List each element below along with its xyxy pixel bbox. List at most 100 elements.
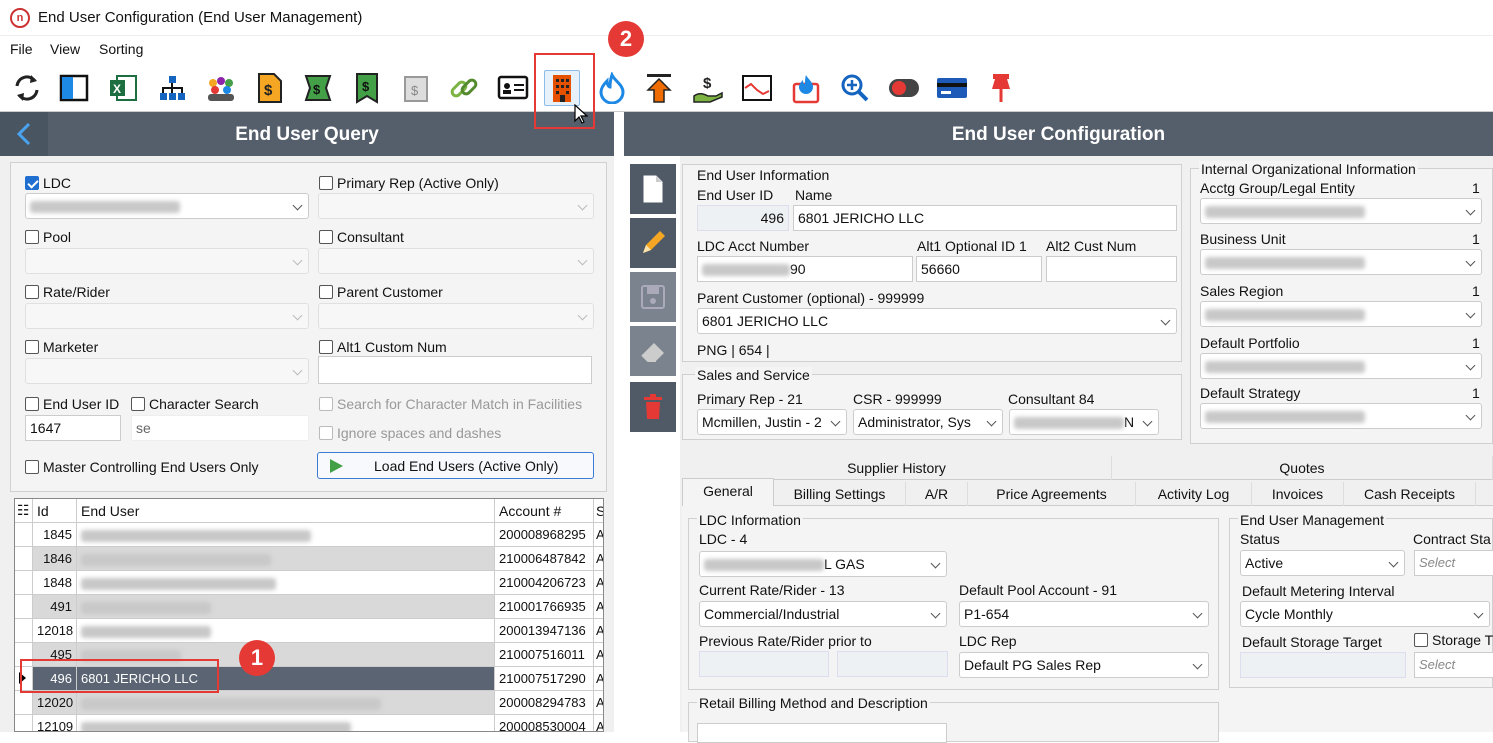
money-icon[interactable]: $ (300, 70, 336, 106)
table-row[interactable]: 1846 210006487842 A (15, 547, 603, 571)
gas-flame-icon[interactable] (788, 70, 824, 106)
new-document-button[interactable] (630, 164, 676, 214)
delete-button[interactable] (630, 382, 676, 432)
prev-rate-date[interactable] (837, 651, 948, 677)
users-icon[interactable] (203, 70, 239, 106)
alt1-input[interactable] (318, 356, 592, 384)
rate-rider-select[interactable] (25, 303, 309, 329)
storage-select-field[interactable]: Select (1414, 652, 1493, 678)
hand-dollar-icon[interactable]: $ (690, 70, 726, 106)
hierarchy-icon[interactable] (154, 70, 190, 106)
consultant-checkbox[interactable]: Consultant (319, 229, 404, 245)
pin-icon[interactable] (983, 70, 1019, 106)
default-portfolio-field[interactable] (1200, 353, 1482, 379)
table-row[interactable]: 12018 200013947136 A (15, 619, 603, 643)
parent-customer-field[interactable]: 6801 JERICHO LLC (697, 308, 1177, 334)
refresh-icon[interactable] (9, 70, 45, 106)
menu-file[interactable]: File (10, 41, 33, 57)
name-field[interactable]: 6801 JERICHO LLC (793, 205, 1177, 231)
pool-checkbox[interactable]: Pool (25, 229, 71, 245)
dollar-doc-icon[interactable]: $ (252, 70, 288, 106)
end-user-id-input[interactable]: 1647 (25, 415, 121, 441)
toggle-icon[interactable] (886, 70, 922, 106)
primary-rep-select[interactable] (318, 193, 594, 219)
tab-supplier-history[interactable]: Supplier History (682, 456, 1112, 480)
status-field[interactable]: Active (1240, 550, 1405, 576)
col-id[interactable]: Id (33, 499, 77, 522)
business-unit-field[interactable] (1200, 249, 1482, 275)
excel-icon[interactable]: X (105, 70, 141, 106)
marketer-select[interactable] (25, 358, 309, 384)
table-row[interactable]: 1848 210004206723 A (15, 571, 603, 595)
col-s[interactable]: S (594, 499, 603, 522)
flame-icon[interactable] (594, 70, 630, 106)
edit-button[interactable] (630, 218, 676, 268)
col-account[interactable]: Account # (495, 499, 594, 522)
alt2-field[interactable] (1046, 256, 1177, 282)
load-end-users-button[interactable]: Load End Users (Active Only) (317, 452, 594, 479)
acctg-group-field[interactable] (1200, 198, 1482, 224)
save-button[interactable] (630, 272, 676, 322)
tab-quotes[interactable]: Quotes (1112, 456, 1493, 480)
panel-icon[interactable] (56, 70, 92, 106)
end-user-id-checkbox[interactable]: End User ID (25, 396, 119, 412)
clear-button[interactable] (630, 326, 676, 376)
default-strategy-field[interactable] (1200, 403, 1482, 429)
chart-icon[interactable] (739, 70, 775, 106)
consultant-select[interactable] (318, 248, 594, 274)
consultant-field[interactable]: N (1009, 409, 1159, 435)
end-user-id-field[interactable]: 496 (697, 205, 789, 231)
menu-sorting[interactable]: Sorting (99, 41, 143, 57)
retail-billing-field[interactable] (697, 723, 947, 743)
ldc-select[interactable] (25, 193, 309, 219)
tab-cash-receipts[interactable]: Cash Receipts (1344, 482, 1476, 506)
table-row[interactable]: 12109 200008530004 A (15, 715, 603, 731)
storage-target-field[interactable] (1240, 652, 1406, 678)
marketer-checkbox[interactable]: Marketer (25, 339, 98, 355)
ldc-checkbox[interactable]: LDC (25, 175, 71, 191)
parent-customer-select[interactable] (318, 303, 594, 329)
ldc-rep-field[interactable]: Default PG Sales Rep (959, 652, 1209, 678)
card-icon[interactable] (934, 70, 970, 106)
ldc-acct-field[interactable]: 90 (697, 256, 913, 282)
pool-select[interactable] (25, 248, 309, 274)
dollar-bookmark-icon[interactable]: $ (349, 70, 385, 106)
alt1-optional-field[interactable]: 56660 (916, 256, 1042, 282)
default-pool-field[interactable]: P1-654 (959, 601, 1209, 627)
tab-price-agreements[interactable]: Price Agreements (968, 482, 1136, 506)
tab-activity-log[interactable]: Activity Log (1136, 482, 1252, 506)
metering-field[interactable]: Cycle Monthly (1240, 601, 1490, 627)
current-rate-field[interactable]: Commercial/Industrial (699, 601, 947, 627)
tab-invoices[interactable]: Invoices (1252, 482, 1344, 506)
master-controlling-checkbox[interactable]: Master Controlling End Users Only (25, 459, 259, 475)
table-row[interactable]: 491 210001766935 A (15, 595, 603, 619)
upload-arrow-icon[interactable] (641, 70, 677, 106)
tab-billing-settings[interactable]: Billing Settings (774, 482, 906, 506)
prev-rate-field[interactable] (699, 651, 829, 677)
csr-field[interactable]: Administrator, Sys (853, 409, 1003, 435)
table-row[interactable]: 12020 200008294783 A (15, 691, 603, 715)
menu-view[interactable]: View (50, 41, 80, 57)
parent-customer-checkbox[interactable]: Parent Customer (319, 284, 443, 300)
back-button[interactable] (0, 112, 48, 156)
id-card-icon[interactable] (495, 70, 531, 106)
ldc-field[interactable]: L GAS (699, 551, 947, 577)
primary-rep-checkbox[interactable]: Primary Rep (Active Only) (319, 175, 499, 191)
link-icon[interactable] (446, 70, 482, 106)
sales-region-field[interactable] (1200, 301, 1482, 327)
zoom-icon[interactable] (837, 70, 873, 106)
tab-ar[interactable]: A/R (906, 482, 968, 506)
ignore-spaces-checkbox[interactable]: Ignore spaces and dashes (319, 425, 501, 441)
rate-rider-checkbox[interactable]: Rate/Rider (25, 284, 110, 300)
calendar-dollar-icon[interactable]: $ (398, 70, 434, 106)
tab-general[interactable]: General (682, 478, 774, 506)
storage-checkbox[interactable]: Storage T (1414, 632, 1493, 648)
table-row[interactable]: 1845 200008968295 A (15, 523, 603, 547)
character-search-checkbox[interactable]: Character Search (131, 396, 259, 412)
contract-status-field[interactable]: Select (1414, 550, 1493, 576)
col-end-user[interactable]: End User (77, 499, 495, 522)
character-search-input[interactable]: se (131, 415, 309, 441)
search-char-checkbox[interactable]: Search for Character Match in Facilities (319, 396, 582, 412)
primary-rep-field[interactable]: Mcmillen, Justin - 2 (697, 409, 847, 435)
alt1-checkbox[interactable]: Alt1 Custom Num (319, 339, 447, 355)
